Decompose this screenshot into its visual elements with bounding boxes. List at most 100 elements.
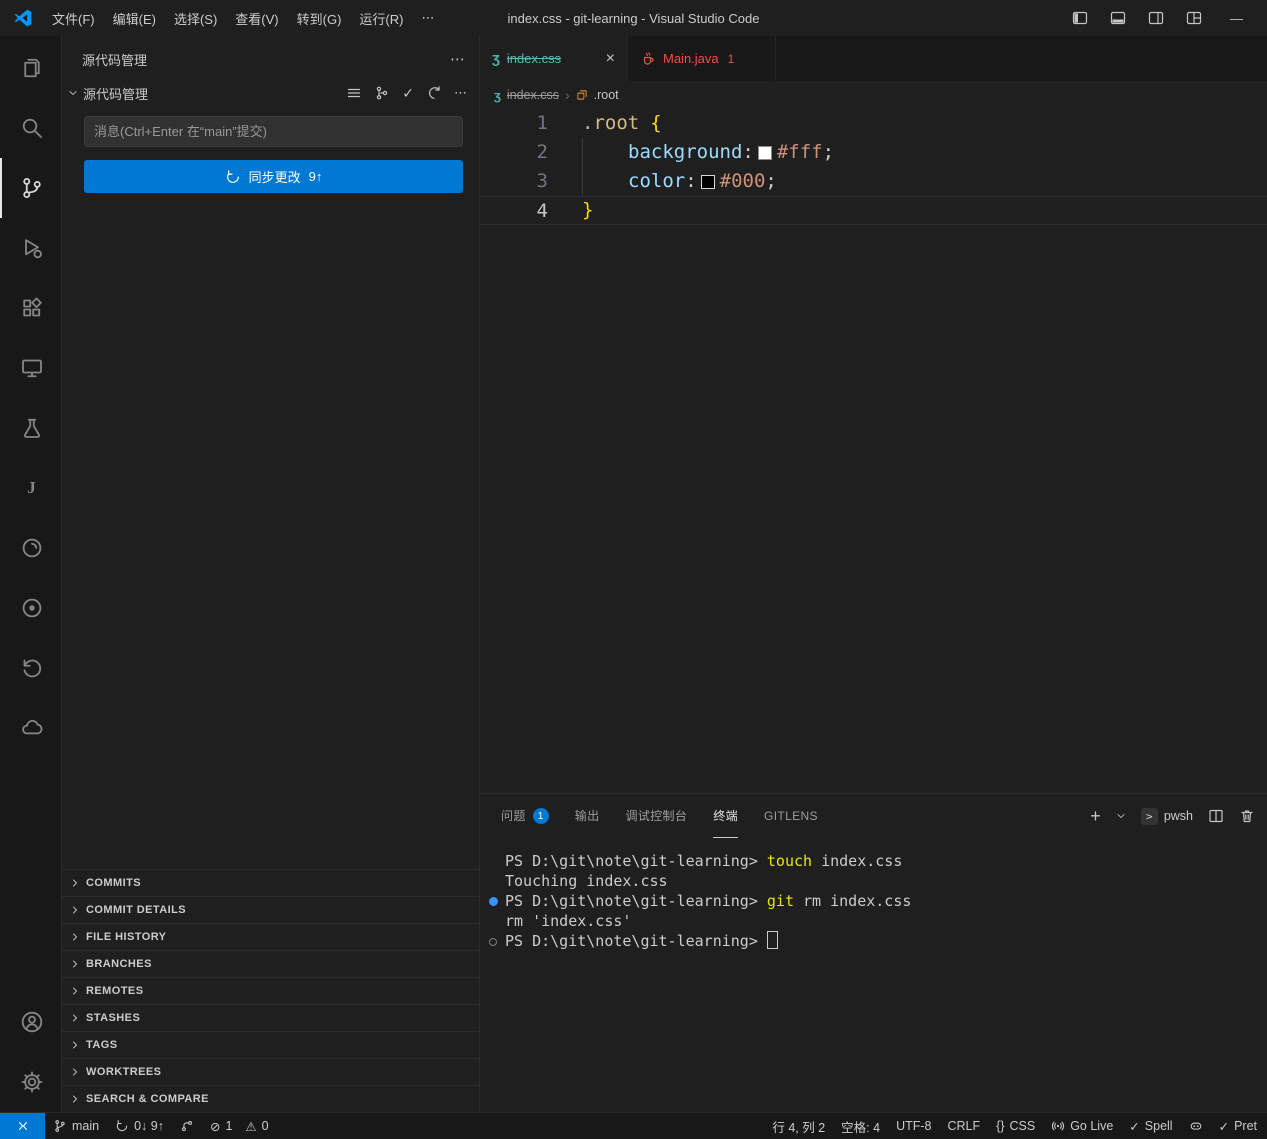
source-control-graph-item[interactable] — [172, 1113, 202, 1139]
menu-overflow-icon[interactable]: ⋯ — [412, 5, 443, 31]
activitybar-item-extensions[interactable] — [0, 278, 61, 338]
eol-item[interactable]: CRLF — [939, 1113, 988, 1139]
source-control-icon — [20, 176, 44, 200]
activitybar-item-java[interactable]: J — [0, 458, 61, 518]
prettier-text: Pret — [1234, 1119, 1257, 1133]
terminal-profile[interactable]: > pwsh — [1141, 808, 1193, 825]
sidebar-item-worktrees[interactable]: WORKTREES — [62, 1058, 479, 1085]
indentation-item[interactable]: 空格: 4 — [833, 1113, 888, 1139]
tab-index-css[interactable]: ʒ index.css × — [480, 36, 628, 81]
kill-terminal-trash-icon[interactable] — [1239, 808, 1255, 824]
sidebar-more-icon[interactable]: ⋯ — [450, 50, 465, 68]
section-label: FILE HISTORY — [86, 931, 166, 943]
command-decoration-success-icon[interactable] — [489, 897, 498, 906]
breadcrumb-separator-icon: › — [565, 87, 570, 103]
gradle-icon — [20, 536, 44, 560]
activitybar-item-remote-explorer[interactable] — [0, 338, 61, 398]
activitybar-item-search[interactable] — [0, 98, 61, 158]
sidebar-item-branches[interactable]: BRANCHES — [62, 950, 479, 977]
spell-checker-item[interactable]: ✓ Spell — [1121, 1113, 1180, 1139]
command-text: git — [767, 892, 794, 910]
panel-tab-debug-console[interactable]: 调试控制台 — [625, 794, 687, 838]
chevron-right-icon — [69, 985, 81, 997]
prettier-item[interactable]: ✓ Pret — [1211, 1113, 1265, 1139]
sidebar-item-search-compare[interactable]: SEARCH & COMPARE — [62, 1085, 479, 1112]
sidebar-item-commits[interactable]: COMMITS — [62, 869, 479, 896]
testing-beaker-icon — [20, 416, 44, 440]
breadcrumb-file[interactable]: index.css — [507, 88, 559, 102]
code-area[interactable]: 1 .root{ 2 background:#fff; 3 color:#000… — [480, 109, 1267, 225]
terminal-output[interactable]: PS D:\git\note\git-learning> touch index… — [480, 838, 1267, 951]
menu-edit[interactable]: 编辑(E) — [104, 4, 165, 33]
section-label: WORKTREES — [86, 1066, 161, 1078]
panel-tab-gitlens[interactable]: GITLENS — [764, 794, 818, 838]
tab-main-java[interactable]: Main.java 1 — [628, 36, 776, 81]
command-decoration-pending-icon[interactable] — [489, 938, 497, 946]
minimize-button[interactable]: — — [1224, 11, 1249, 26]
activitybar-item-target[interactable] — [0, 578, 61, 638]
menu-file[interactable]: 文件(F) — [43, 4, 104, 33]
color-swatch-white[interactable] — [758, 146, 772, 160]
sidebar-item-remotes[interactable]: REMOTES — [62, 977, 479, 1004]
activitybar-item-testing[interactable] — [0, 398, 61, 458]
breadcrumb: ʒ index.css › .root — [480, 81, 1267, 109]
language-mode-item[interactable]: {} CSS — [988, 1113, 1043, 1139]
toggle-panel-icon[interactable] — [1110, 10, 1126, 26]
branch-status-item[interactable]: main — [45, 1113, 107, 1139]
remote-indicator[interactable] — [0, 1113, 45, 1139]
sync-button-count: 9↑ — [309, 169, 323, 184]
chevron-down-icon[interactable] — [1116, 811, 1126, 821]
activitybar-item-explorer[interactable] — [0, 38, 61, 98]
view-as-list-icon[interactable] — [346, 85, 362, 101]
cursor-position-item[interactable]: 行 4, 列 2 — [764, 1113, 833, 1139]
statusbar-right: 行 4, 列 2 空格: 4 UTF-8 CRLF {} CSS Go Live… — [764, 1113, 1267, 1139]
chevron-right-icon — [69, 958, 81, 970]
toggle-sidebar-icon[interactable] — [1072, 10, 1088, 26]
go-live-item[interactable]: Go Live — [1043, 1113, 1121, 1139]
commit-graph-icon[interactable] — [374, 85, 390, 101]
commit-check-icon[interactable]: ✓ — [402, 85, 414, 102]
refresh-icon[interactable] — [426, 85, 442, 101]
panel-tab-output[interactable]: 输出 — [575, 794, 600, 838]
copilot-item[interactable] — [1181, 1113, 1211, 1139]
scm-more-icon[interactable]: ⋯ — [454, 85, 467, 101]
split-terminal-icon[interactable] — [1208, 808, 1224, 824]
customize-layout-icon[interactable] — [1186, 10, 1202, 26]
sidebar-item-commit-details[interactable]: COMMIT DETAILS — [62, 896, 479, 923]
breadcrumb-symbol[interactable]: .root — [594, 88, 619, 102]
toggle-secondary-sidebar-icon[interactable] — [1148, 10, 1164, 26]
problems-status-item[interactable]: ⊘ 1 ⚠ 0 — [202, 1113, 277, 1139]
section-label: REMOTES — [86, 985, 143, 997]
color-swatch-black[interactable] — [701, 175, 715, 189]
activitybar-item-gradle[interactable] — [0, 518, 61, 578]
activitybar-item-settings[interactable] — [0, 1052, 61, 1112]
menu-selection[interactable]: 选择(S) — [165, 4, 226, 33]
close-icon[interactable]: × — [602, 50, 619, 68]
activitybar-item-cloud[interactable] — [0, 698, 61, 758]
panel-tab-terminal[interactable]: 终端 — [713, 794, 738, 838]
branch-name: main — [72, 1119, 99, 1133]
menu-go[interactable]: 转到(G) — [288, 4, 351, 33]
settings-gear-icon — [20, 1070, 44, 1094]
sidebar-item-file-history[interactable]: FILE HISTORY — [62, 923, 479, 950]
commit-message-input[interactable] — [84, 116, 463, 147]
sidebar-item-tags[interactable]: TAGS — [62, 1031, 479, 1058]
sidebar-title: 源代码管理 — [82, 50, 147, 69]
activitybar-item-source-control[interactable] — [0, 158, 61, 218]
sync-icon — [115, 1119, 129, 1133]
menu-view[interactable]: 查看(V) — [226, 4, 287, 33]
scm-section-row[interactable]: 源代码管理 ✓ ⋯ — [62, 80, 479, 106]
encoding-text: UTF-8 — [896, 1119, 931, 1133]
sync-status-item[interactable]: 0↓ 9↑ — [107, 1113, 172, 1139]
panel-tab-label: 输出 — [575, 807, 600, 824]
sidebar-item-stashes[interactable]: STASHES — [62, 1004, 479, 1031]
encoding-item[interactable]: UTF-8 — [888, 1113, 939, 1139]
panel-tab-problems[interactable]: 问题 1 — [501, 794, 549, 838]
new-terminal-icon[interactable]: + — [1090, 806, 1101, 827]
activitybar-item-run-debug[interactable] — [0, 218, 61, 278]
css-value: #fff — [777, 138, 823, 167]
activitybar-item-account[interactable] — [0, 992, 61, 1052]
sync-changes-button[interactable]: 同步更改 9↑ — [84, 160, 463, 193]
activitybar-item-gitlens[interactable] — [0, 638, 61, 698]
menu-run[interactable]: 运行(R) — [350, 4, 412, 33]
